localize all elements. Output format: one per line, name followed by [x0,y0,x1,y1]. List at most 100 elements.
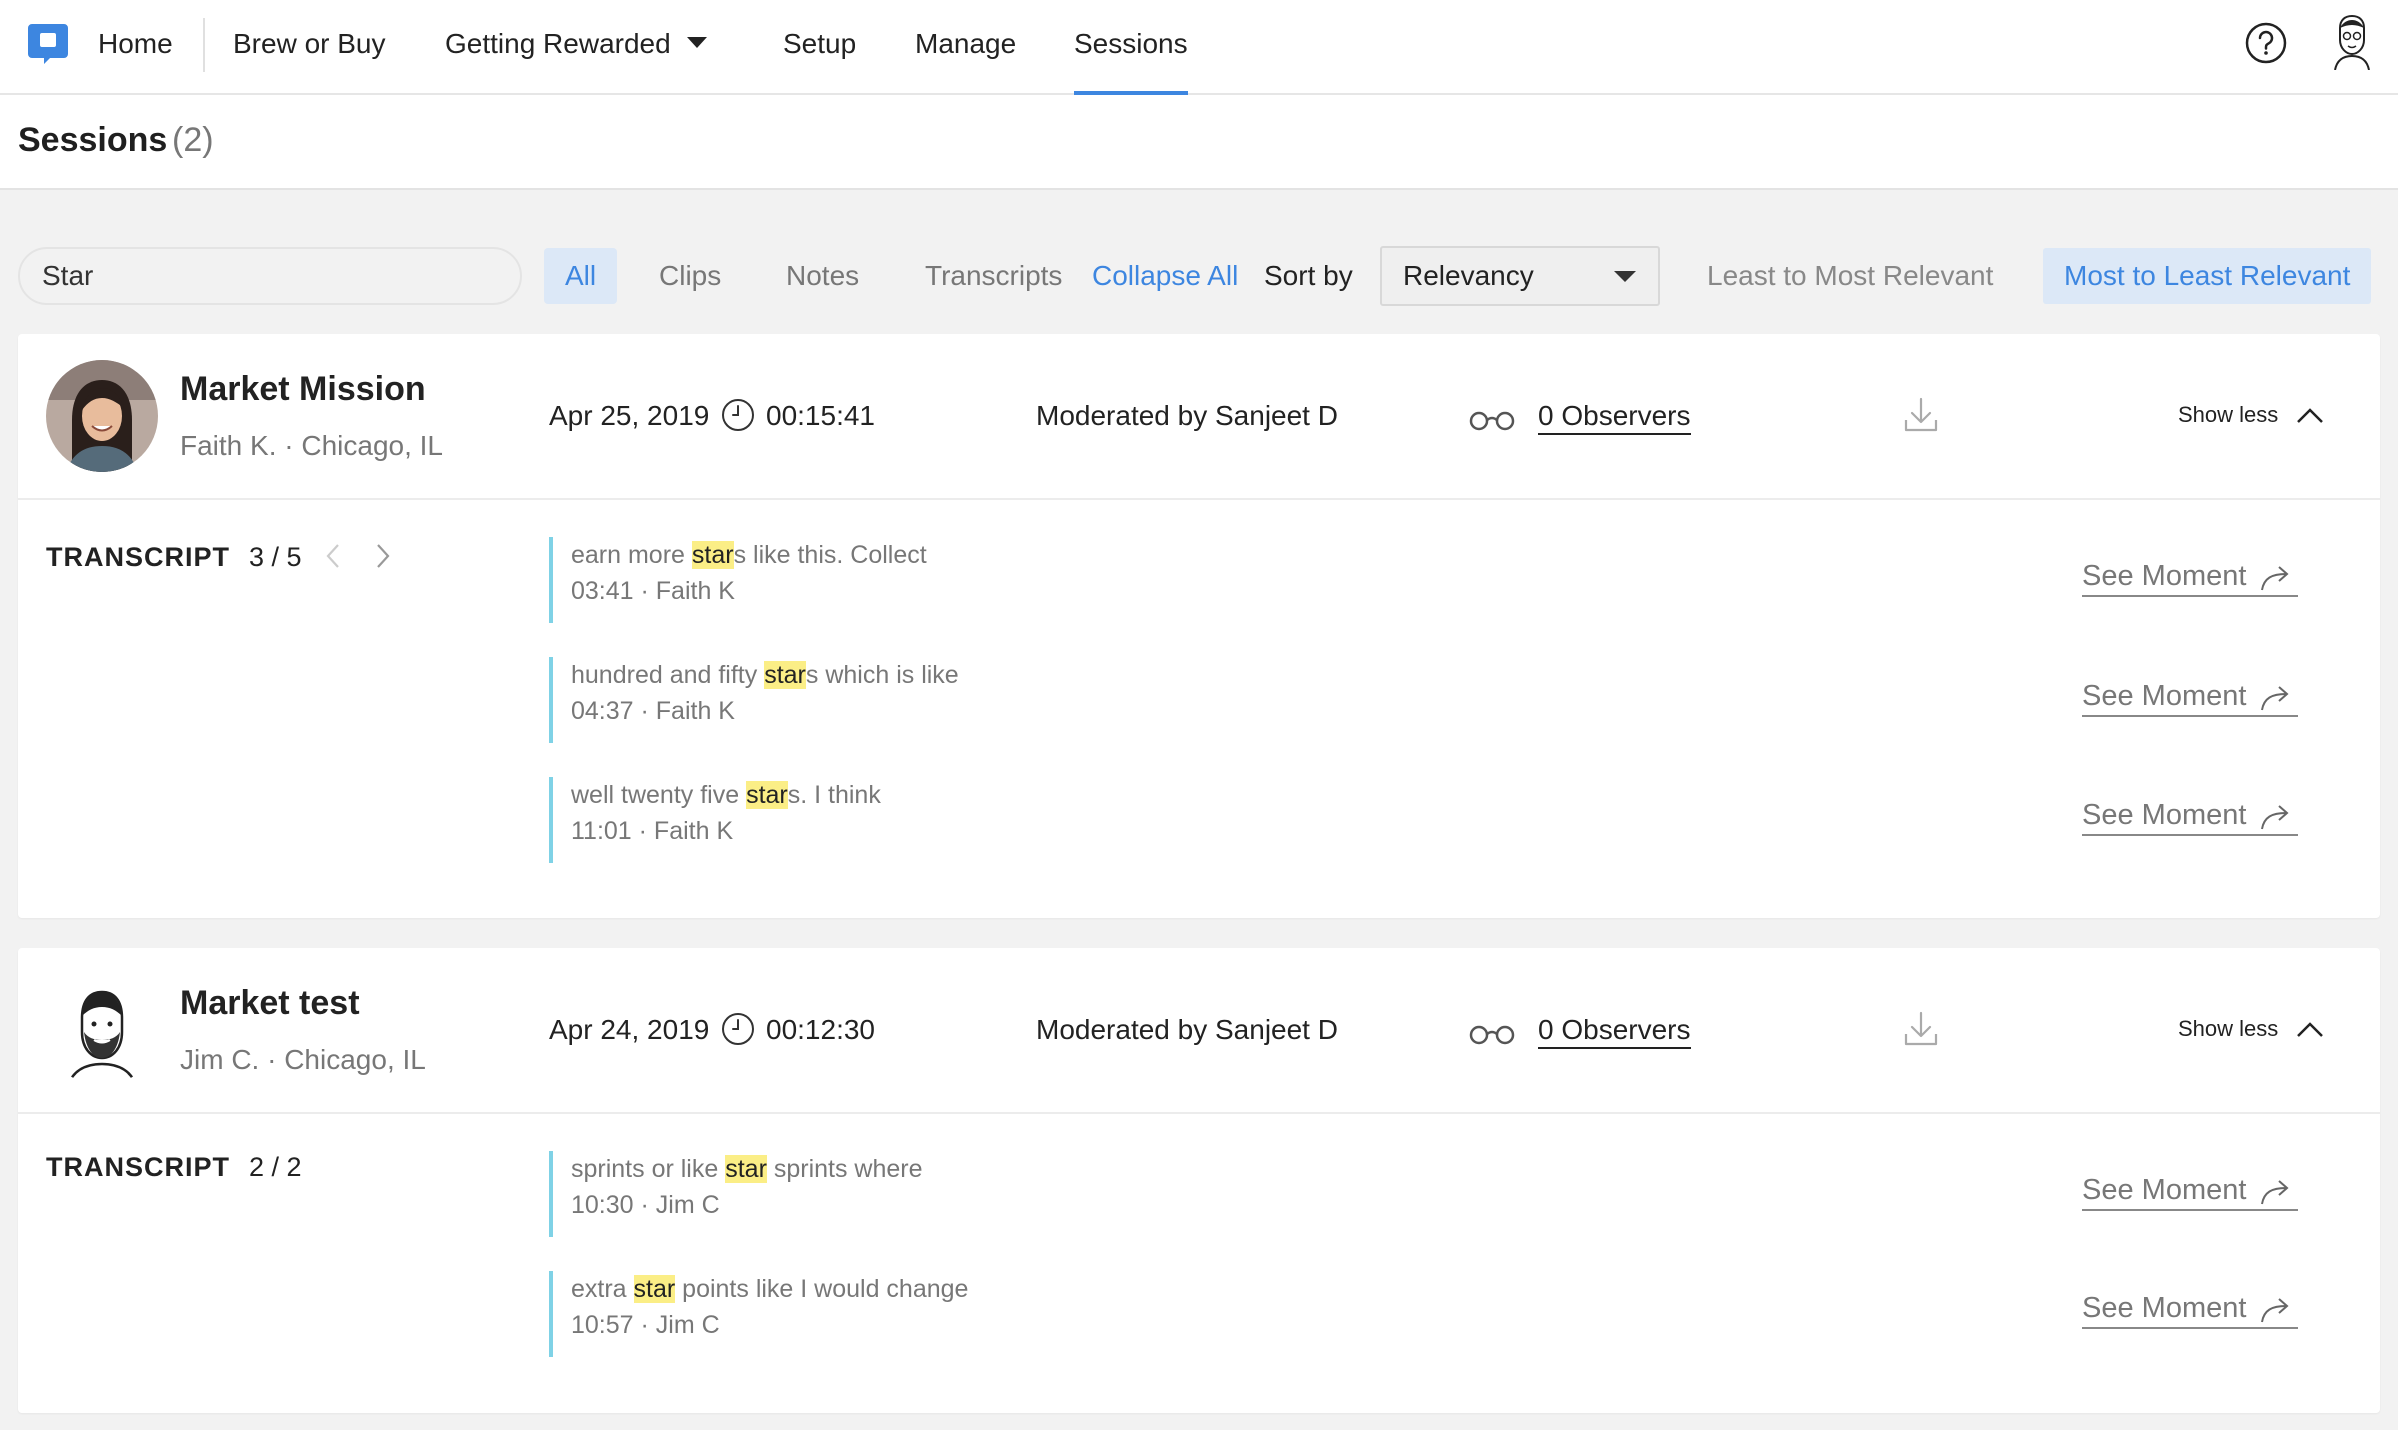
app-logo-icon[interactable] [26,22,70,66]
session-card: Market test Jim C. · Chicago, IL Apr 24,… [18,948,2380,1413]
session-date: Apr 24, 2019 [549,1014,710,1045]
page-count: (2) [172,121,214,159]
tab-clips[interactable]: Clips [659,248,721,304]
nav-sessions[interactable]: Sessions [1074,0,1188,95]
session-header: Market test Jim C. · Chicago, IL Apr 24,… [18,948,2380,1114]
moment-meta: 10:57 · Jim C [571,1311,720,1339]
chevron-right-icon[interactable] [375,543,391,569]
user-avatar[interactable] [2327,14,2377,70]
moment-text-pre: earn more [571,541,692,569]
participant-avatar [46,974,158,1086]
search-input[interactable] [18,247,522,305]
transcript-moment: well twenty five stars. I think 11:01 · … [549,777,1149,863]
session-card: Market Mission Faith K. · Chicago, IL Ap… [18,334,2380,918]
nav-manage[interactable]: Manage [915,0,1016,93]
chevron-up-icon[interactable] [2296,1020,2324,1038]
search-highlight: star [764,661,806,689]
transcript-label: TRANSCRIPT [46,1152,230,1182]
moment-text-pre: sprints or like [571,1155,726,1183]
transcript-moment: earn more stars like this. Collect 03:41… [549,537,1149,623]
share-arrow-icon [2261,1298,2289,1323]
moment-meta: 03:41 · Faith K [571,577,735,605]
moment-text: extra star points like I would change [571,1271,1149,1307]
order-least-to-most[interactable]: Least to Most Relevant [1707,248,1993,304]
session-moderator: Moderated by Sanjeet D [1036,1014,1338,1045]
see-moment-link[interactable]: See Moment [2082,680,2299,717]
moment-meta: 11:01 · Faith K [571,817,734,845]
nav-divider [203,18,205,72]
moment-text-post: s like this. Collect [733,541,927,569]
moment-text: well twenty five stars. I think [571,777,1149,813]
see-moment-label: See Moment [2082,1174,2247,1206]
share-arrow-icon [2261,805,2289,830]
tab-notes[interactable]: Notes [786,248,859,304]
nav-brew-or-buy[interactable]: Brew or Buy [233,0,386,93]
tab-transcripts[interactable]: Transcripts [925,248,1062,304]
session-participant: Faith K. · Chicago, IL [180,430,444,461]
observers-link[interactable]: 0 Observers [1538,1014,1691,1049]
session-title[interactable]: Market Mission [180,370,426,409]
show-less-toggle[interactable]: Show less [2178,402,2278,428]
session-header: Market Mission Faith K. · Chicago, IL Ap… [18,334,2380,500]
nav-home[interactable]: Home [98,0,173,93]
clock-icon [722,1013,754,1045]
moment-text: sprints or like star sprints where [571,1151,1149,1187]
see-moment-label: See Moment [2082,799,2247,831]
session-participant: Jim C. · Chicago, IL [180,1044,426,1075]
download-icon[interactable] [1903,1010,1939,1048]
transcript-count: 3 / 5 [249,542,302,572]
share-arrow-icon [2261,1180,2289,1205]
moment-meta: 10:30 · Jim C [571,1191,720,1219]
nav-getting-rewarded[interactable]: Getting Rewarded [445,0,707,93]
session-duration: 00:12:30 [766,1014,875,1045]
transcript-count: 2 / 2 [249,1152,302,1182]
nav-setup[interactable]: Setup [783,0,856,93]
transcript-label: TRANSCRIPT [46,542,230,572]
see-moment-label: See Moment [2082,680,2247,712]
moment-text-post: s. I think [787,781,881,809]
see-moment-link[interactable]: See Moment [2082,1292,2299,1329]
observers-link[interactable]: 0 Observers [1538,400,1691,435]
search-highlight: star [746,781,788,809]
moment-text-post: points like I would change [675,1275,969,1303]
page-header: Sessions (2) [0,95,2398,190]
participant-avatar [46,360,158,472]
session-title[interactable]: Market test [180,984,360,1023]
moment-text: hundred and fifty stars which is like [571,657,1149,693]
caret-down-icon [1614,271,1636,282]
search-highlight: star [725,1155,767,1183]
see-moment-link[interactable]: See Moment [2082,799,2299,836]
glasses-icon [1469,1025,1515,1045]
transcript-moment: extra star points like I would change 10… [549,1271,1149,1357]
session-date: Apr 25, 2019 [549,400,710,431]
share-arrow-icon [2261,686,2289,711]
page-title: Sessions [18,121,168,159]
glasses-icon [1469,411,1515,431]
see-moment-label: See Moment [2082,560,2247,592]
collapse-all-link[interactable]: Collapse All [1092,248,1238,304]
transcript-moment: hundred and fifty stars which is like 04… [549,657,1149,743]
chevron-up-icon[interactable] [2296,406,2324,424]
nav-getting-rewarded-label: Getting Rewarded [445,28,671,59]
sort-select[interactable]: Relevancy [1380,246,1660,306]
show-less-toggle[interactable]: Show less [2178,1016,2278,1042]
moment-text: earn more stars like this. Collect [571,537,1149,573]
help-icon[interactable] [2245,22,2287,64]
order-most-to-least[interactable]: Most to Least Relevant [2043,248,2372,304]
see-moment-label: See Moment [2082,1292,2247,1324]
sort-select-value: Relevancy [1403,260,1534,291]
search-highlight: star [633,1275,676,1303]
moment-meta: 04:37 · Faith K [571,697,735,725]
transcript-moment: sprints or like star sprints where 10:30… [549,1151,1149,1237]
moment-text-post: s which is like [805,661,959,689]
see-moment-link[interactable]: See Moment [2082,1174,2299,1211]
tab-all[interactable]: All [544,248,618,304]
chevron-left-icon[interactable] [325,543,341,569]
search-highlight: star [691,541,734,569]
moment-text-post: sprints where [766,1155,923,1183]
download-icon[interactable] [1903,396,1939,434]
moment-text-pre: well twenty five [571,781,747,809]
top-nav: Home Brew or Buy Getting Rewarded Setup … [0,0,2398,95]
see-moment-link[interactable]: See Moment [2082,560,2299,597]
session-duration: 00:15:41 [766,400,875,431]
